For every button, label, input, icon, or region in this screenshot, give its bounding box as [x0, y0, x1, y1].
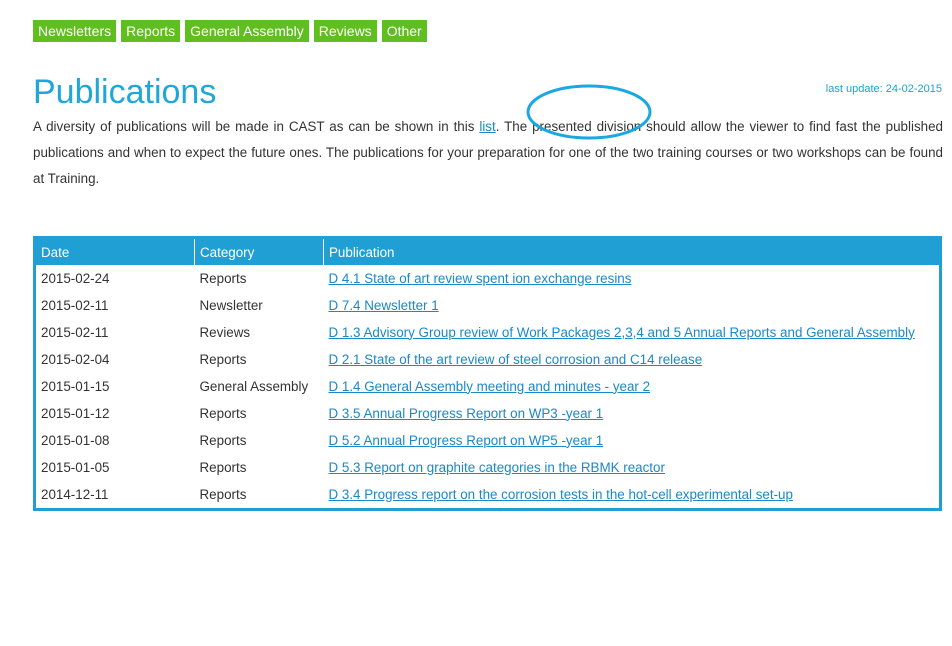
table-row: 2015-02-04 Reports D 2.1 State of the art …: [35, 346, 941, 373]
tab-reviews[interactable]: Reviews: [313, 20, 377, 42]
row-date: 2015-01-05: [41, 459, 110, 475]
header-date: Date: [34, 237, 195, 265]
row-publication: D 2.1 State of the art review of steel c…: [324, 346, 941, 373]
row-category: Reports: [199, 405, 247, 421]
category-tabs: Newsletters Reports General Assembly Rev…: [33, 20, 427, 42]
publication-link[interactable]: D 7.4 Newsletter 1: [329, 298, 439, 313]
table-body: 2015-02-24 Reports D 4.1 State of art revi…: [35, 265, 941, 510]
row-publication: D 7.4 Newsletter 1: [324, 292, 941, 319]
table-row: 2015-01-05 Reports D 5.3 Report on graphit…: [35, 454, 941, 481]
row-category: Newsletter: [199, 297, 263, 313]
table-row: 2015-01-08 Reports D 5.2 Annual Progress R…: [35, 427, 941, 454]
row-date: 2015-01-15: [41, 378, 110, 394]
row-category: Reviews: [199, 324, 251, 340]
publication-link[interactable]: D 3.4 Progress report on the corrosion t…: [329, 487, 793, 502]
publication-link[interactable]: D 4.1 State of art review spent ion exch…: [329, 271, 632, 286]
row-date: 2015-02-11: [41, 324, 109, 340]
table-row: 2015-02-24 Reports D 4.1 State of art revi…: [35, 265, 941, 292]
header-category: Category: [194, 237, 324, 265]
row-category: Reports: [199, 351, 247, 367]
table-row: 2015-01-12 Reports D 3.5 Annual Progress R…: [35, 400, 941, 427]
tab-reports[interactable]: Reports: [121, 20, 181, 42]
publication-link[interactable]: D 1.3 Advisory Group review of Work Pack…: [329, 325, 915, 340]
tab-general-assembly[interactable]: General Assembly: [185, 20, 309, 42]
row-category: Reports: [199, 270, 247, 286]
row-publication: D 5.3 Report on graphite categories in t…: [324, 454, 941, 481]
row-publication: D 1.3 Advisory Group review of Work Pack…: [324, 319, 941, 346]
publication-link[interactable]: D 3.5 Annual Progress Report on WP3 -yea…: [329, 406, 604, 421]
row-publication: D 1.4 General Assembly meeting and minut…: [324, 373, 941, 400]
page-title: Publications: [33, 73, 217, 111]
tab-other[interactable]: Other: [381, 20, 427, 42]
row-date: 2015-02-11: [41, 297, 109, 313]
table-row: 2015-01-15 General Assembly D 1.4 General …: [35, 373, 941, 400]
row-category: Reports: [199, 459, 247, 475]
last-update-text: last update: 24-02-2015: [825, 83, 942, 95]
row-date: 2015-02-24: [41, 270, 110, 286]
publication-link[interactable]: D 2.1 State of the art review of steel c…: [329, 352, 703, 367]
row-date: 2015-01-12: [41, 405, 110, 421]
table-row: 2014-12-11 Reports D 3.4 Progress report o…: [35, 481, 941, 510]
row-publication: D 3.4 Progress report on the corrosion t…: [324, 481, 941, 510]
row-category: Reports: [199, 432, 247, 448]
publication-link[interactable]: D 5.3 Report on graphite categories in t…: [329, 460, 665, 475]
table-header-row: Date Category Publication: [34, 237, 941, 265]
table-row: 2015-02-11 Reviews D 1.3 Advisory Group re…: [35, 319, 941, 346]
tab-newsletters[interactable]: Newsletters: [33, 20, 117, 42]
publications-table: Date Category Publication 2015-02-24 Repo…: [33, 236, 942, 511]
highlight-circle-annotation: [526, 84, 652, 140]
row-category: Reports: [199, 486, 247, 502]
row-publication: D 4.1 State of art review spent ion exch…: [324, 265, 941, 292]
intro-text-before: A diversity of publications will be made…: [33, 119, 480, 134]
row-category: General Assembly: [199, 378, 309, 394]
publication-link[interactable]: D 1.4 General Assembly meeting and minut…: [329, 379, 651, 394]
list-link[interactable]: list: [479, 119, 495, 134]
intro-paragraph: A diversity of publications will be made…: [33, 114, 943, 192]
publication-link[interactable]: D 5.2 Annual Progress Report on WP5 -yea…: [329, 433, 604, 448]
header-publication: Publication: [323, 237, 941, 265]
row-publication: D 5.2 Annual Progress Report on WP5 -yea…: [324, 427, 941, 454]
table-row: 2015-02-11 Newsletter D 7.4 Newsletter 1: [35, 292, 941, 319]
row-date: 2015-02-04: [41, 351, 110, 367]
row-date: 2015-01-08: [41, 432, 110, 448]
row-publication: D 3.5 Annual Progress Report on WP3 -yea…: [324, 400, 941, 427]
row-date: 2014-12-11: [41, 486, 109, 502]
